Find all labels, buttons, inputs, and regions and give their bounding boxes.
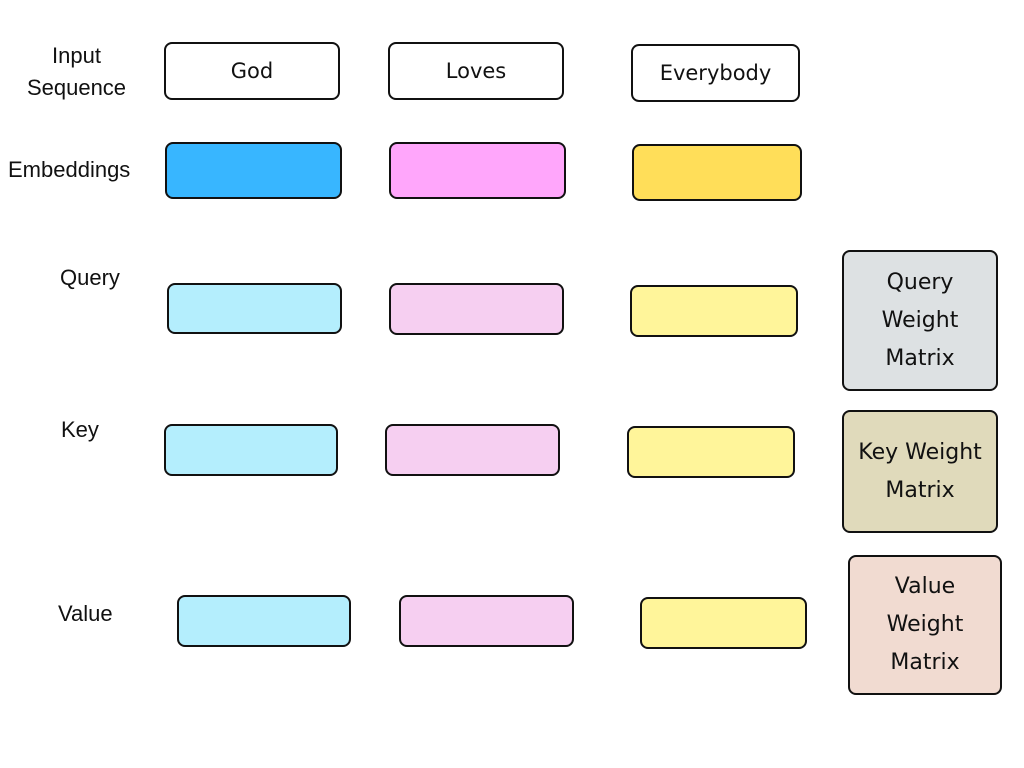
key-label: Key (61, 417, 99, 442)
query-loves (389, 283, 564, 335)
embeddings-label: Embeddings (8, 157, 131, 182)
embedding-everybody (632, 144, 802, 201)
token-loves: Loves (388, 42, 564, 100)
embedding-loves (389, 142, 566, 199)
query-label: Query (60, 265, 120, 290)
token-everybody: Everybody (631, 44, 800, 102)
query-god (167, 283, 342, 334)
key-loves (385, 424, 560, 476)
key-god (164, 424, 338, 476)
token-god: God (164, 42, 340, 100)
input-sequence-label: Input Sequence (26, 43, 127, 100)
value-loves (399, 595, 574, 647)
embedding-god (165, 142, 342, 199)
value-label: Value (58, 601, 113, 626)
key-weight-matrix: Key Weight Matrix (842, 410, 998, 533)
value-weight-matrix: Value Weight Matrix (848, 555, 1002, 695)
key-everybody (627, 426, 795, 478)
query-weight-matrix: Query Weight Matrix (842, 250, 998, 391)
value-god (177, 595, 351, 647)
query-everybody (630, 285, 798, 337)
value-everybody (640, 597, 807, 649)
